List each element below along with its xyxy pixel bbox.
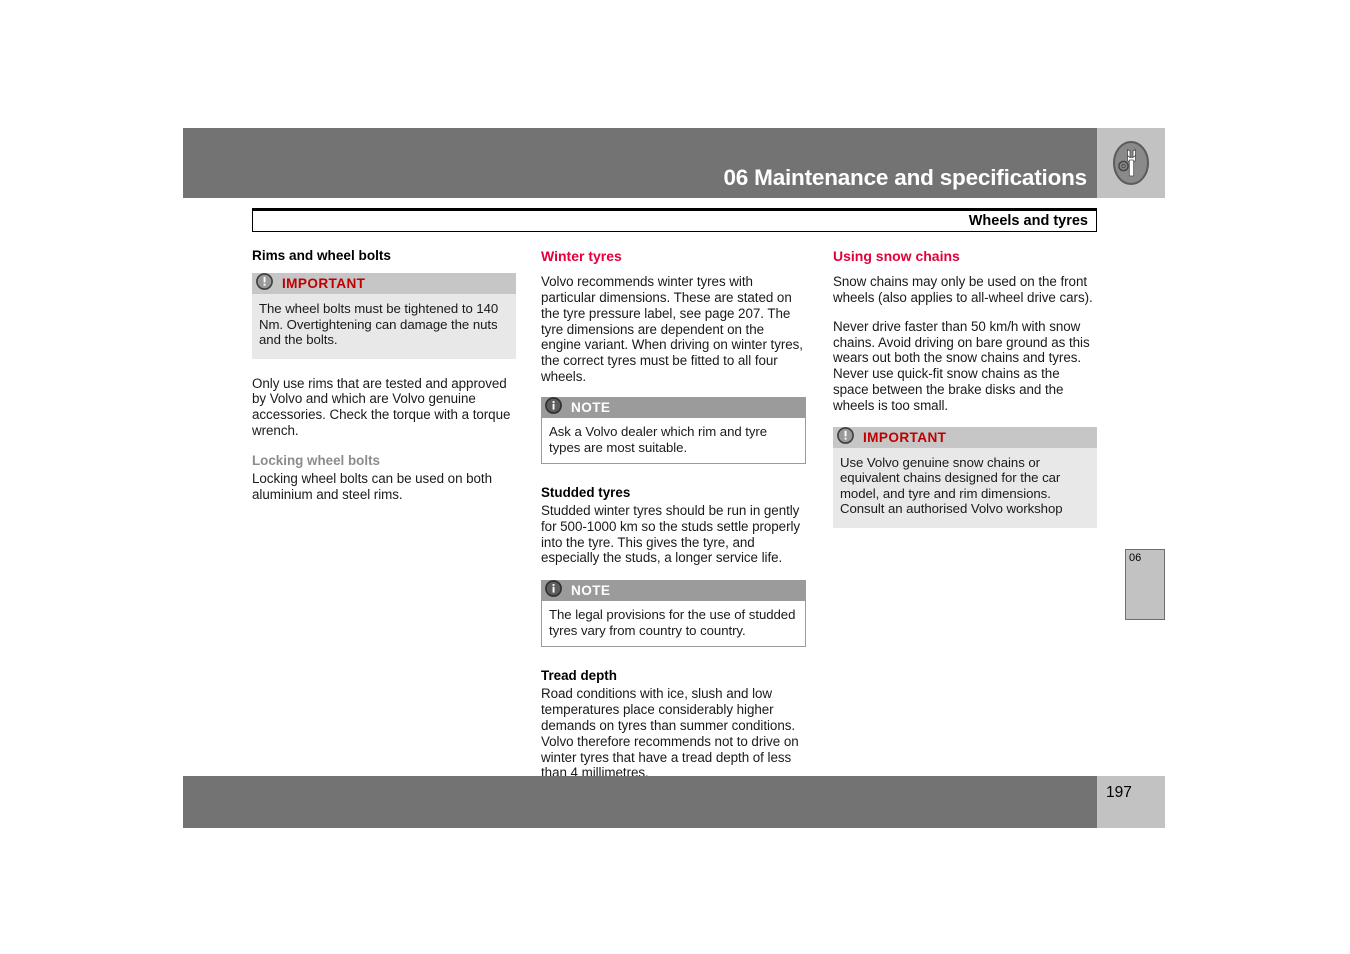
paragraph-rims-approval: Only use rims that are tested and approv…	[252, 375, 511, 439]
callout-body: The wheel bolts must be tightened to 140…	[252, 294, 516, 359]
page-title: 06 Maintenance and specifications	[723, 165, 1087, 190]
callout-body: The legal provisions for the use of stud…	[541, 601, 806, 648]
chapter-icon-panel	[1097, 128, 1165, 198]
wrench-icon	[1111, 139, 1151, 187]
paragraph-studded-tyres: Studded winter tyres should be run in ge…	[541, 502, 801, 566]
paragraph-tread-depth: Road conditions with ice, slush and low …	[541, 685, 799, 781]
callout-label: NOTE	[571, 400, 611, 416]
callout-header: NOTE	[541, 396, 806, 419]
paragraph-locking-wheel-bolts: Locking wheel bolts can be used on both …	[252, 470, 492, 502]
callout-text: The legal provisions for the use of stud…	[549, 607, 796, 638]
callout-text: The wheel bolts must be tightened to 140…	[259, 301, 499, 348]
page-number: 197	[1106, 784, 1132, 801]
callout-note-legal-provisions: NOTE The legal provisions for the use of…	[541, 579, 806, 648]
callout-label: NOTE	[571, 583, 611, 599]
paragraph-snow-chains-front-wheels: Snow chains may only be used on the fron…	[833, 273, 1093, 305]
info-circle-icon	[545, 396, 562, 419]
chapter-tab-marker: 06	[1125, 549, 1165, 620]
callout-important-wheel-bolts: IMPORTANT The wheel bolts must be tighte…	[252, 272, 516, 359]
heading-rims-and-wheel-bolts: Rims and wheel bolts	[252, 248, 391, 263]
section-title: Wheels and tyres	[968, 213, 1088, 229]
callout-header: IMPORTANT	[833, 426, 1097, 449]
heading-winter-tyres: Winter tyres	[541, 248, 622, 264]
callout-important-snow-chains: IMPORTANT Use Volvo genuine snow chains …	[833, 426, 1097, 528]
subheading-locking-wheel-bolts: Locking wheel bolts	[252, 453, 380, 469]
callout-header: IMPORTANT	[252, 272, 516, 295]
exclamation-circle-icon	[256, 272, 273, 295]
page-footer-bar	[183, 776, 1097, 828]
content-column-1: Rims and wheel bolts IMPORTANT The wheel…	[252, 248, 516, 503]
subheading-tread-depth: Tread depth	[541, 668, 617, 684]
content-column-3: Using snow chains Snow chains may only b…	[833, 248, 1097, 528]
info-circle-icon	[545, 579, 562, 602]
callout-body: Ask a Volvo dealer which rim and tyre ty…	[541, 418, 806, 464]
callout-body: Use Volvo genuine snow chains or equival…	[833, 448, 1097, 528]
callout-text: Use Volvo genuine snow chains or equival…	[840, 455, 1063, 517]
callout-label: IMPORTANT	[863, 430, 947, 446]
exclamation-circle-icon	[837, 426, 854, 449]
callout-note-dealer: NOTE Ask a Volvo dealer which rim and ty…	[541, 396, 806, 464]
manual-page: 06 Maintenance and specifications Wheels…	[0, 0, 1350, 954]
content-column-2: Winter tyres Volvo recommends winter tyr…	[541, 248, 806, 781]
heading-using-snow-chains: Using snow chains	[833, 248, 960, 264]
page-number-panel: 197	[1097, 776, 1165, 828]
callout-header: NOTE	[541, 579, 806, 602]
callout-text: Ask a Volvo dealer which rim and tyre ty…	[549, 424, 768, 455]
chapter-tab-label: 06	[1129, 552, 1142, 564]
section-title-bar: Wheels and tyres	[252, 208, 1097, 232]
paragraph-snow-chains-speed: Never drive faster than 50 km/h with sno…	[833, 318, 1090, 414]
callout-label: IMPORTANT	[282, 276, 366, 292]
subheading-studded-tyres: Studded tyres	[541, 484, 631, 500]
page-header-bar: 06 Maintenance and specifications	[183, 128, 1097, 198]
paragraph-winter-tyres: Volvo recommends winter tyres with parti…	[541, 273, 803, 385]
